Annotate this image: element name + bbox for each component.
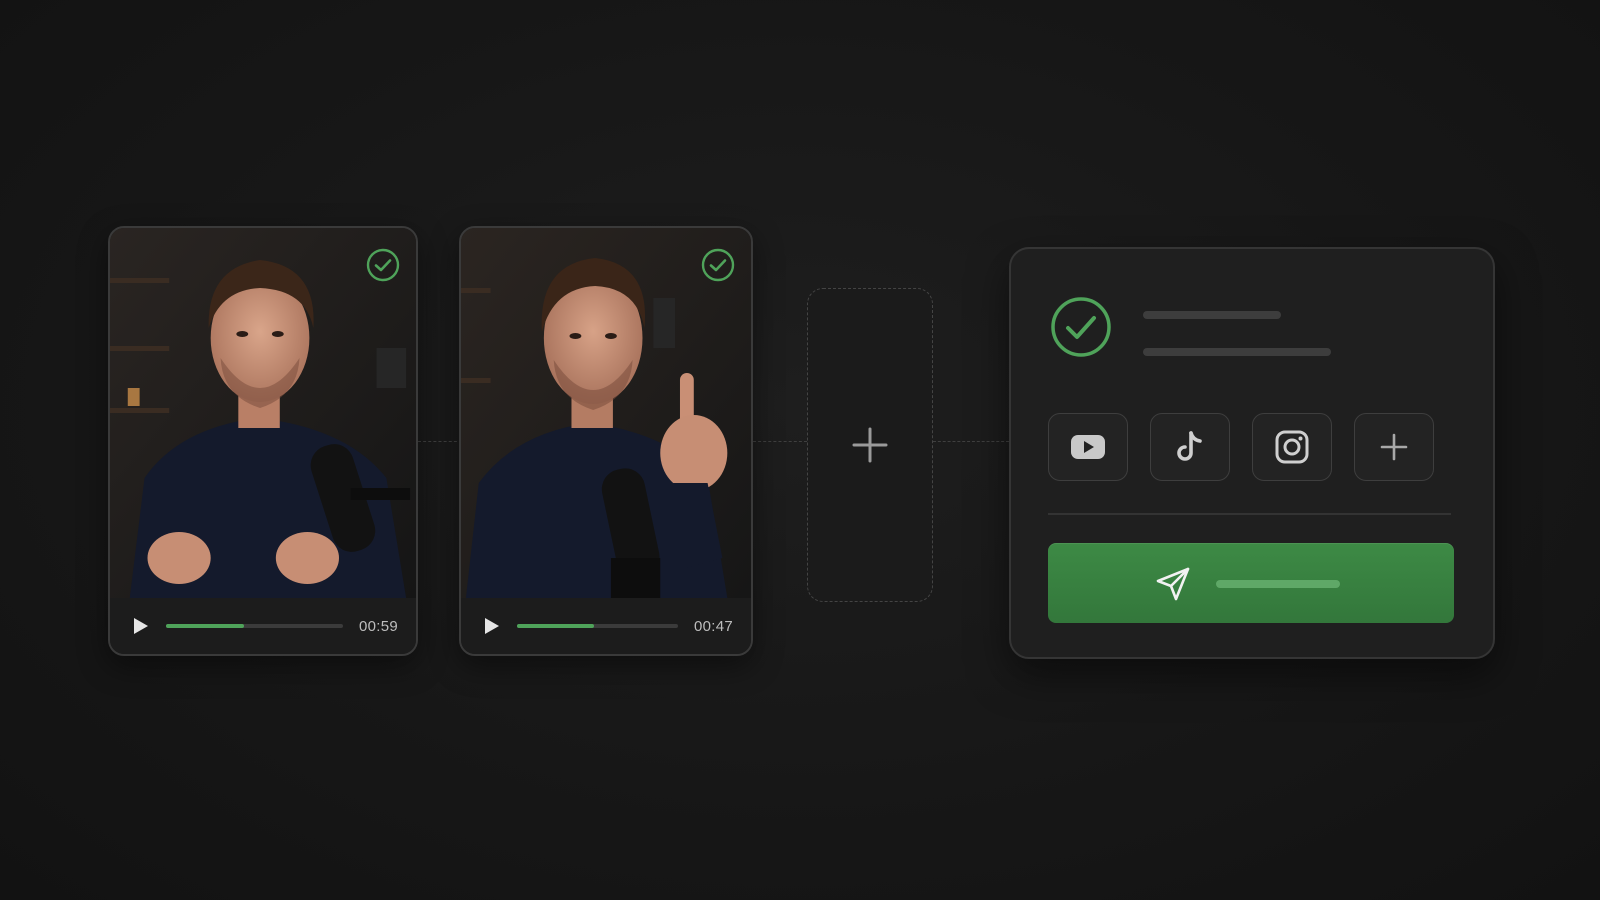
tiktok-button[interactable] [1150,413,1230,481]
progress-bar[interactable] [517,624,678,628]
progress-fill [166,624,244,628]
connector-line [418,441,462,442]
progress-bar[interactable] [166,624,343,628]
plus-icon [1380,433,1408,461]
plus-icon [852,427,888,463]
tiktok-icon [1177,431,1202,461]
check-circle-icon [701,248,735,282]
video-card-2[interactable]: 00:47 [459,226,753,656]
video-card-1[interactable]: 00:59 [108,226,418,656]
instagram-icon [1275,430,1309,464]
connector-line [933,441,1009,442]
video-controls: 00:47 [461,598,751,654]
divider [1048,513,1451,515]
progress-fill [517,624,595,628]
button-label-placeholder [1216,580,1340,588]
video-controls: 00:59 [110,598,416,654]
publish-button[interactable] [1048,543,1454,623]
connector-line [753,441,807,442]
podcast-host-image [110,228,416,598]
instagram-button[interactable] [1252,413,1332,481]
publish-panel [1009,247,1495,659]
play-icon[interactable] [130,616,150,636]
podcast-host-image [461,228,751,598]
add-platform-button[interactable] [1354,413,1434,481]
check-circle-icon [1051,297,1111,357]
video-duration: 00:47 [693,617,733,635]
subtitle-placeholder [1143,348,1331,356]
check-circle-icon [366,248,400,282]
platform-selector [1048,413,1434,481]
youtube-button[interactable] [1048,413,1128,481]
send-icon [1156,567,1190,601]
youtube-icon [1071,435,1105,459]
add-video-slot[interactable] [807,288,933,602]
video-thumbnail[interactable] [461,228,751,598]
video-thumbnail[interactable] [110,228,416,598]
title-placeholder [1143,311,1281,319]
play-icon[interactable] [481,616,501,636]
video-duration: 00:59 [358,617,398,635]
